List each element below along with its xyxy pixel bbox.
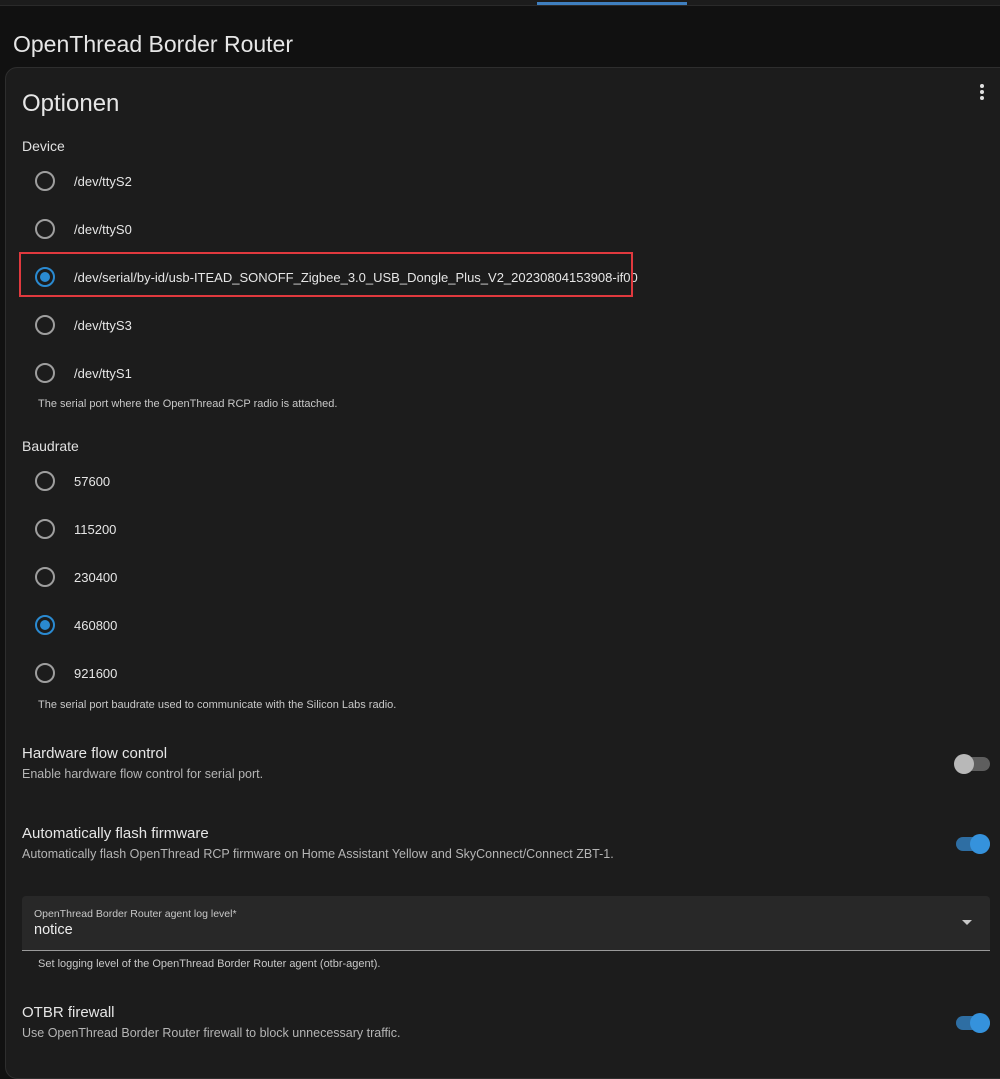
menu-dot [980, 96, 984, 100]
baudrate-option-921600[interactable]: 921600 [22, 651, 642, 695]
log-level-label: OpenThread Border Router agent log level… [34, 908, 237, 920]
radio-label: 460800 [74, 617, 118, 633]
hardware-flow-control-toggle[interactable] [954, 754, 990, 774]
radio-button[interactable] [35, 567, 55, 587]
radio-button[interactable] [35, 315, 55, 335]
more-options-icon[interactable] [970, 80, 994, 104]
baudrate-option-57600[interactable]: 57600 [22, 459, 642, 503]
radio-label: 57600 [74, 473, 111, 489]
hardware-flow-control-description: Enable hardware flow control for serial … [22, 767, 264, 781]
log-level-value: notice [34, 922, 73, 938]
active-tab-indicator [537, 2, 687, 5]
radio-label: 230400 [74, 569, 118, 585]
radio-button[interactable] [35, 363, 55, 383]
log-level-select[interactable]: OpenThread Border Router agent log level… [22, 896, 990, 951]
firewall-toggle[interactable] [954, 1013, 990, 1033]
baudrate-option-115200[interactable]: 115200 [22, 507, 642, 551]
auto-flash-title: Automatically flash firmware [22, 825, 209, 842]
toggle-thumb [970, 1013, 990, 1033]
toggle-thumb [954, 754, 974, 774]
log-level-helper-text: Set logging level of the OpenThread Bord… [38, 958, 381, 970]
radio-label: 921600 [74, 665, 118, 681]
radio-button[interactable] [35, 219, 55, 239]
firewall-title: OTBR firewall [22, 1004, 115, 1021]
radio-label: /dev/ttyS0 [74, 221, 132, 237]
top-tab-bar [0, 0, 1000, 6]
device-option-ttyS2[interactable]: /dev/ttyS2 [22, 159, 642, 203]
toggle-thumb [970, 834, 990, 854]
menu-dot [980, 84, 984, 88]
baudrate-label: Baudrate [22, 438, 79, 454]
device-option-ttyS1[interactable]: /dev/ttyS1 [22, 351, 642, 395]
page-title: OpenThread Border Router [13, 31, 293, 57]
radio-button-checked[interactable] [35, 615, 55, 635]
baudrate-option-460800[interactable]: 460800 [22, 603, 642, 647]
radio-label: 115200 [74, 521, 117, 537]
auto-flash-toggle[interactable] [954, 834, 990, 854]
firewall-description: Use OpenThread Border Router firewall to… [22, 1026, 401, 1040]
device-helper-text: The serial port where the OpenThread RCP… [38, 398, 338, 410]
device-option-ttyS3[interactable]: /dev/ttyS3 [22, 303, 642, 347]
radio-label: /dev/ttyS2 [74, 173, 132, 189]
device-option-ttyS0[interactable]: /dev/ttyS0 [22, 207, 642, 251]
highlight-box [19, 252, 633, 297]
auto-flash-description: Automatically flash OpenThread RCP firmw… [22, 847, 614, 861]
chevron-down-icon [962, 920, 972, 925]
radio-button[interactable] [35, 663, 55, 683]
radio-label: /dev/ttyS1 [74, 365, 132, 381]
radio-button[interactable] [35, 171, 55, 191]
radio-button[interactable] [35, 519, 55, 539]
device-label: Device [22, 138, 65, 154]
radio-button[interactable] [35, 471, 55, 491]
hardware-flow-control-title: Hardware flow control [22, 745, 168, 762]
baudrate-option-230400[interactable]: 230400 [22, 555, 642, 599]
card-title: Optionen [22, 90, 120, 117]
radio-label: /dev/ttyS3 [74, 317, 132, 333]
menu-dot [980, 90, 984, 94]
baudrate-helper-text: The serial port baudrate used to communi… [38, 699, 397, 711]
